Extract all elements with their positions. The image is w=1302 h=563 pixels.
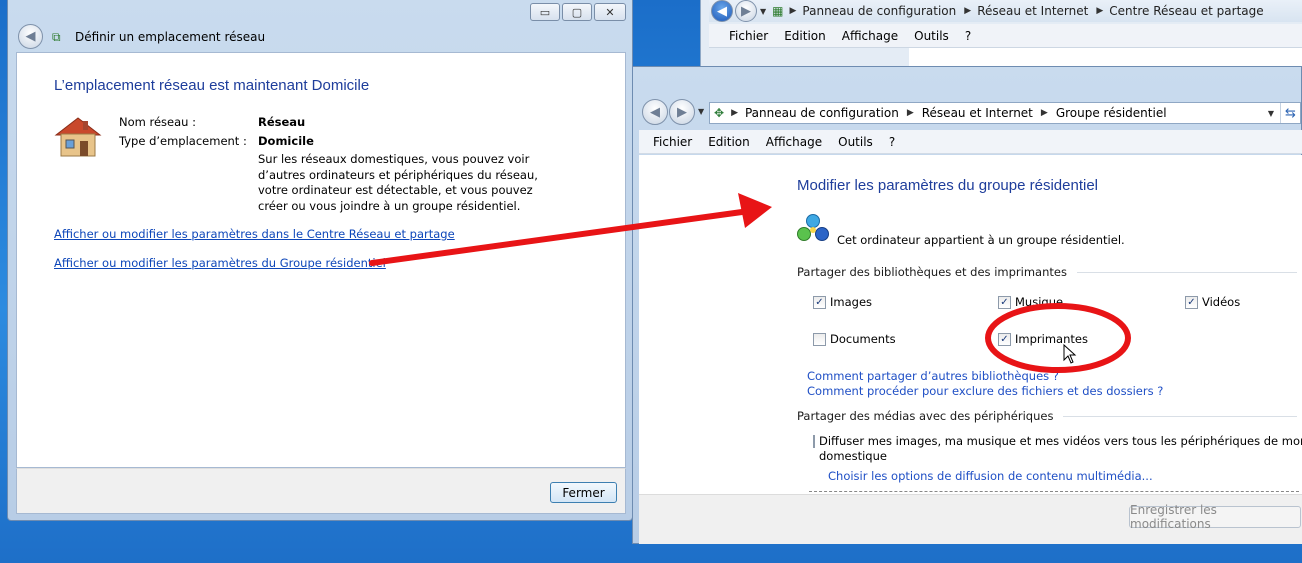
- red-highlight-circle: [985, 303, 1131, 373]
- annotation-overlay: [369, 193, 1131, 373]
- red-arrow: [369, 193, 772, 266]
